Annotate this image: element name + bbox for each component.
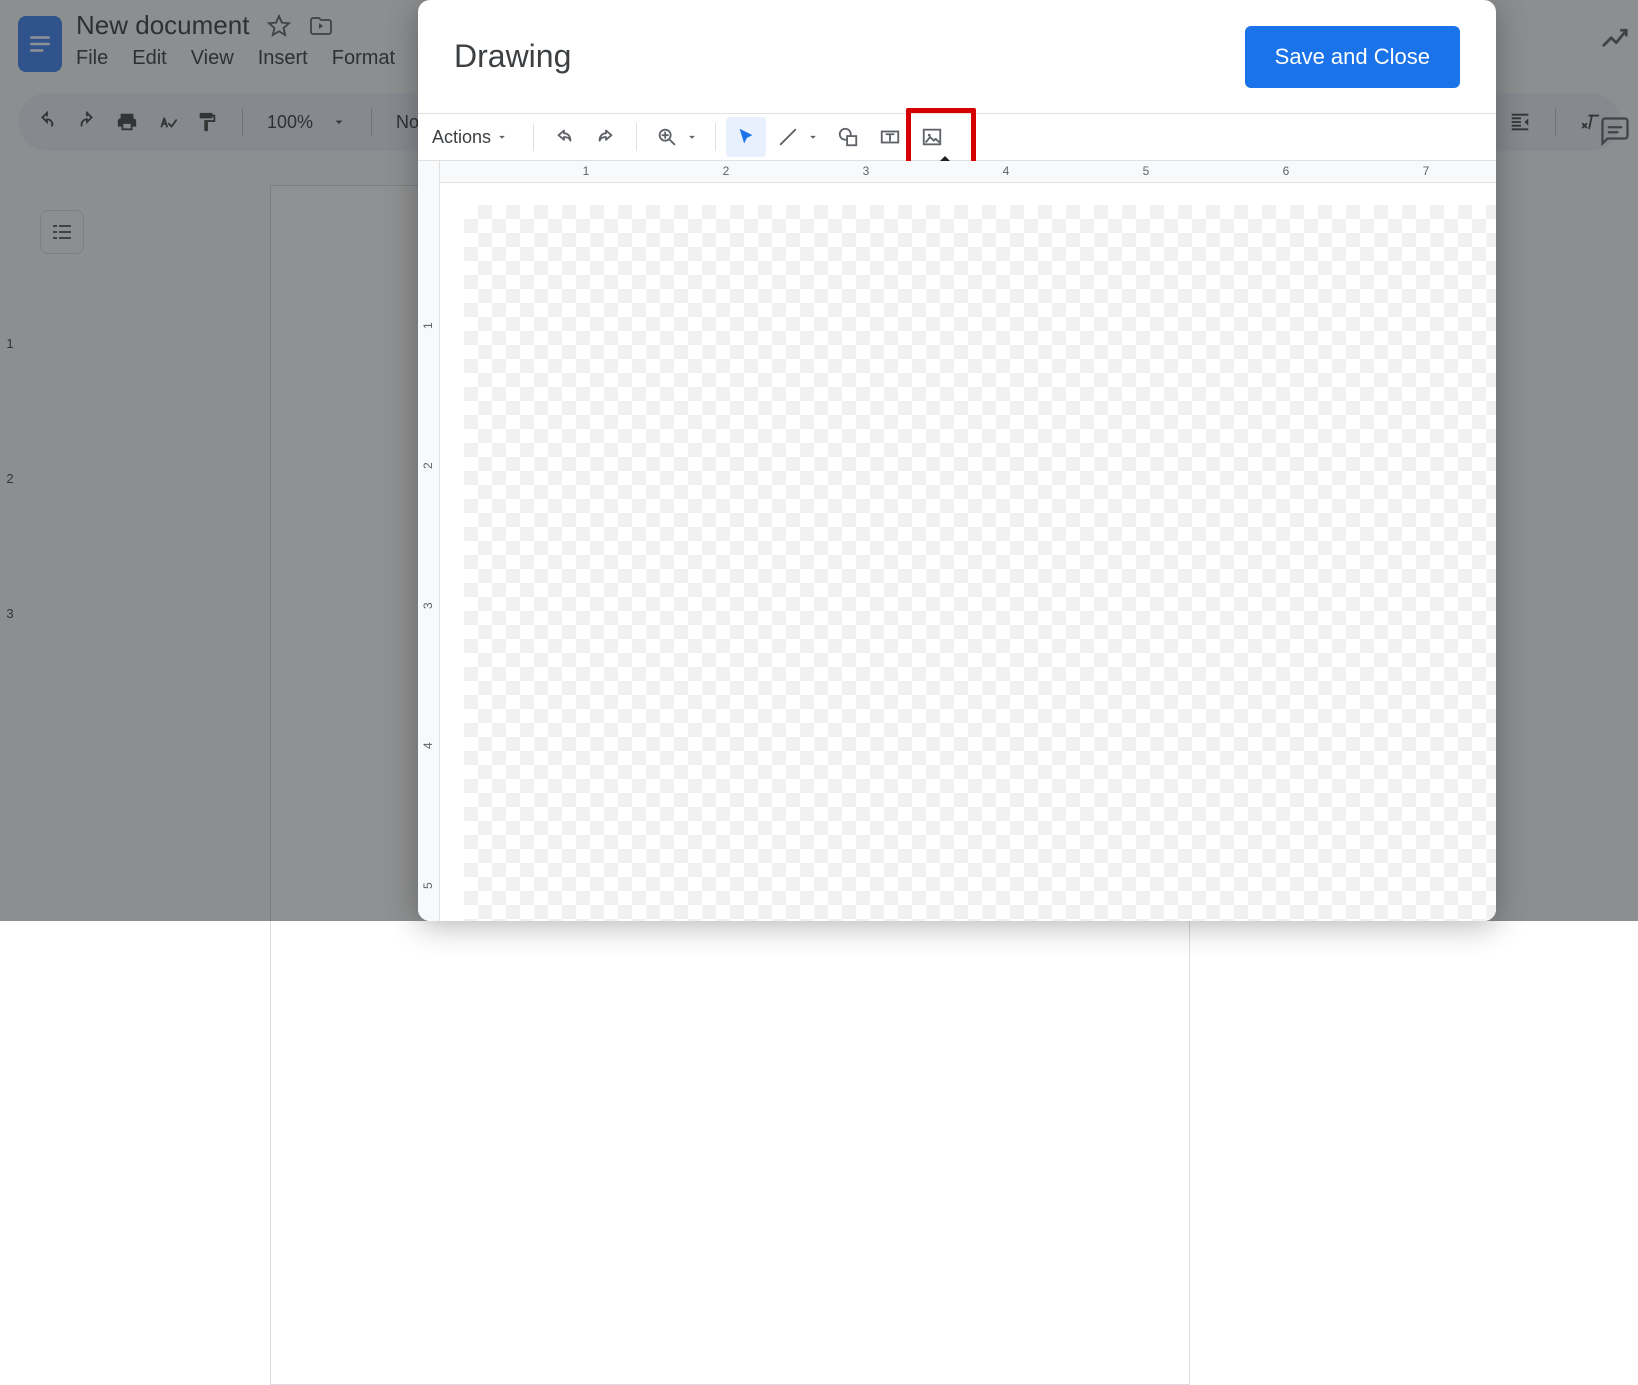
line-tool[interactable] bbox=[768, 117, 826, 157]
drawing-dialog-header: Drawing Save and Close bbox=[418, 0, 1496, 113]
ruler-tick: 5 bbox=[1143, 164, 1150, 178]
zoom-icon bbox=[656, 126, 678, 148]
ruler-tick: 7 bbox=[1423, 164, 1430, 178]
ruler-tick: 1 bbox=[583, 164, 590, 178]
line-icon bbox=[777, 126, 799, 148]
textbox-tool[interactable] bbox=[870, 117, 910, 157]
drawing-dialog-title: Drawing bbox=[454, 38, 571, 75]
drawing-toolbar: Actions bbox=[418, 113, 1496, 161]
ruler-tick: 3 bbox=[421, 602, 435, 609]
ruler-tick: 6 bbox=[1283, 164, 1290, 178]
drawing-canvas[interactable] bbox=[440, 183, 1496, 921]
chevron-down-icon bbox=[685, 130, 699, 144]
chevron-down-icon bbox=[806, 130, 820, 144]
zoom-menu[interactable] bbox=[647, 117, 705, 157]
drawing-horizontal-ruler: 1 2 3 4 5 6 7 bbox=[440, 161, 1496, 183]
actions-label: Actions bbox=[432, 127, 491, 148]
ruler-tick: 2 bbox=[421, 462, 435, 469]
shape-tool[interactable] bbox=[828, 117, 868, 157]
ruler-tick: 3 bbox=[863, 164, 870, 178]
canvas-checkerboard bbox=[464, 205, 1496, 921]
ruler-tick: 4 bbox=[1003, 164, 1010, 178]
save-and-close-button[interactable]: Save and Close bbox=[1245, 26, 1460, 88]
ruler-tick: 5 bbox=[421, 882, 435, 889]
redo-button[interactable] bbox=[586, 117, 626, 157]
drawing-dialog: Drawing Save and Close Actions bbox=[418, 0, 1496, 921]
undo-button[interactable] bbox=[544, 117, 584, 157]
drawing-canvas-area: 1 2 3 4 5 1 2 3 4 5 6 7 bbox=[418, 161, 1496, 921]
chevron-down-icon bbox=[495, 130, 509, 144]
ruler-tick: 2 bbox=[723, 164, 730, 178]
ruler-tick: 4 bbox=[421, 742, 435, 749]
ruler-tick: 1 bbox=[421, 322, 435, 329]
drawing-vertical-ruler: 1 2 3 4 5 bbox=[418, 161, 440, 921]
select-tool[interactable] bbox=[726, 117, 766, 157]
actions-menu[interactable]: Actions bbox=[424, 119, 523, 156]
